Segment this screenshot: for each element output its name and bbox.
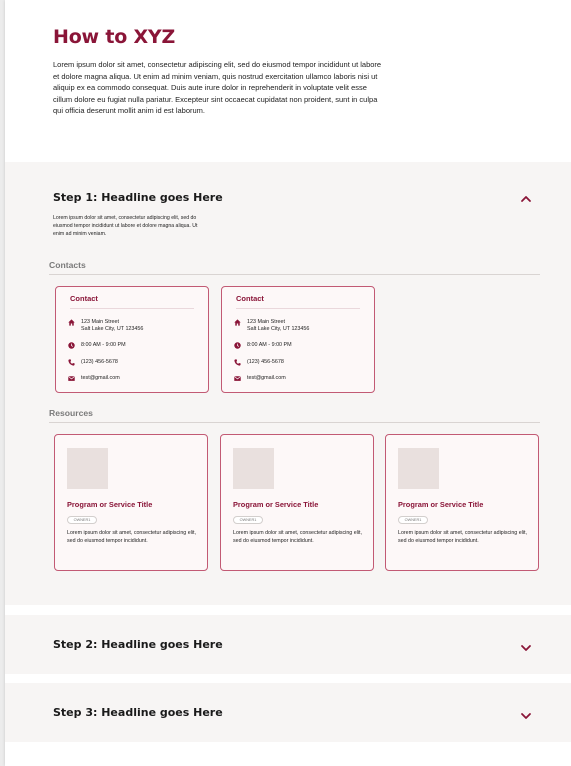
resource-owner-tag: OWNER1 [67,516,97,524]
resource-card[interactable]: Program or Service Title OWNER1 Lorem ip… [385,434,539,571]
contact-title: Contact [236,294,360,309]
contact-phone-text[interactable]: (123) 456-5678 [247,359,284,366]
resource-description: Lorem ipsum dolor sit amet, consectetur … [233,530,362,544]
home-icon [68,319,75,326]
contact-title: Contact [70,294,194,309]
intro-paragraph: Lorem ipsum dolor sit amet, consectetur … [53,60,382,116]
step-3-title: Step 3: Headline goes Here [53,706,223,719]
contact-phone-text[interactable]: (123) 456-5678 [81,359,118,366]
contact-email-text[interactable]: test@gmail.com [81,375,120,382]
chevron-down-icon[interactable] [519,710,533,722]
contact-card: Contact 123 Main Street Salt Lake City, … [221,286,375,393]
home-icon [234,319,241,326]
page: How to XYZ Lorem ipsum dolor sit amet, c… [5,0,571,766]
resource-thumbnail [67,448,108,489]
contact-address-line2: Salt Lake City, UT 123456 [81,326,144,332]
phone-icon [68,359,75,366]
contacts-heading: Contacts [49,260,540,275]
resource-title[interactable]: Program or Service Title [398,500,533,509]
resource-card[interactable]: Program or Service Title OWNER1 Lorem ip… [220,434,374,571]
step-1-accordion: Step 1: Headline goes Here Lorem ipsum d… [5,162,571,605]
chevron-up-icon[interactable] [519,193,533,205]
mail-icon [68,376,75,381]
step-1-header[interactable]: Step 1: Headline goes Here [53,191,533,211]
mail-icon [234,376,241,381]
contact-card: Contact 123 Main Street Salt Lake City, … [55,286,209,393]
step-2-header[interactable]: Step 2: Headline goes Here [53,638,533,658]
resource-title[interactable]: Program or Service Title [233,500,368,509]
contact-email-text[interactable]: test@gmail.com [247,375,286,382]
resource-card[interactable]: Program or Service Title OWNER1 Lorem ip… [54,434,208,571]
contact-hours-text: 8:00 AM - 9:00 PM [81,342,126,348]
contact-address-line2: Salt Lake City, UT 123456 [247,326,310,332]
step-2-accordion: Step 2: Headline goes Here [5,615,571,674]
clock-icon [234,342,241,349]
clock-icon [68,342,75,349]
contact-hours-text: 8:00 AM - 9:00 PM [247,342,292,348]
resource-owner-tag: OWNER1 [233,516,263,524]
step-3-accordion: Step 3: Headline goes Here [5,683,571,742]
phone-icon [234,359,241,366]
step-3-header[interactable]: Step 3: Headline goes Here [53,706,533,726]
page-title: How to XYZ [53,26,176,48]
resource-thumbnail [233,448,274,489]
step-1-description: Lorem ipsum dolor sit amet, consectetur … [53,215,198,238]
resource-title[interactable]: Program or Service Title [67,500,202,509]
chevron-down-icon[interactable] [519,642,533,654]
intro-section: How to XYZ Lorem ipsum dolor sit amet, c… [53,26,383,117]
resources-heading: Resources [49,408,540,423]
resource-owner-tag: OWNER1 [398,516,428,524]
step-2-title: Step 2: Headline goes Here [53,638,223,651]
resource-description: Lorem ipsum dolor sit amet, consectetur … [67,530,196,544]
step-1-title: Step 1: Headline goes Here [53,191,223,204]
resource-thumbnail [398,448,439,489]
resource-description: Lorem ipsum dolor sit amet, consectetur … [398,530,527,544]
